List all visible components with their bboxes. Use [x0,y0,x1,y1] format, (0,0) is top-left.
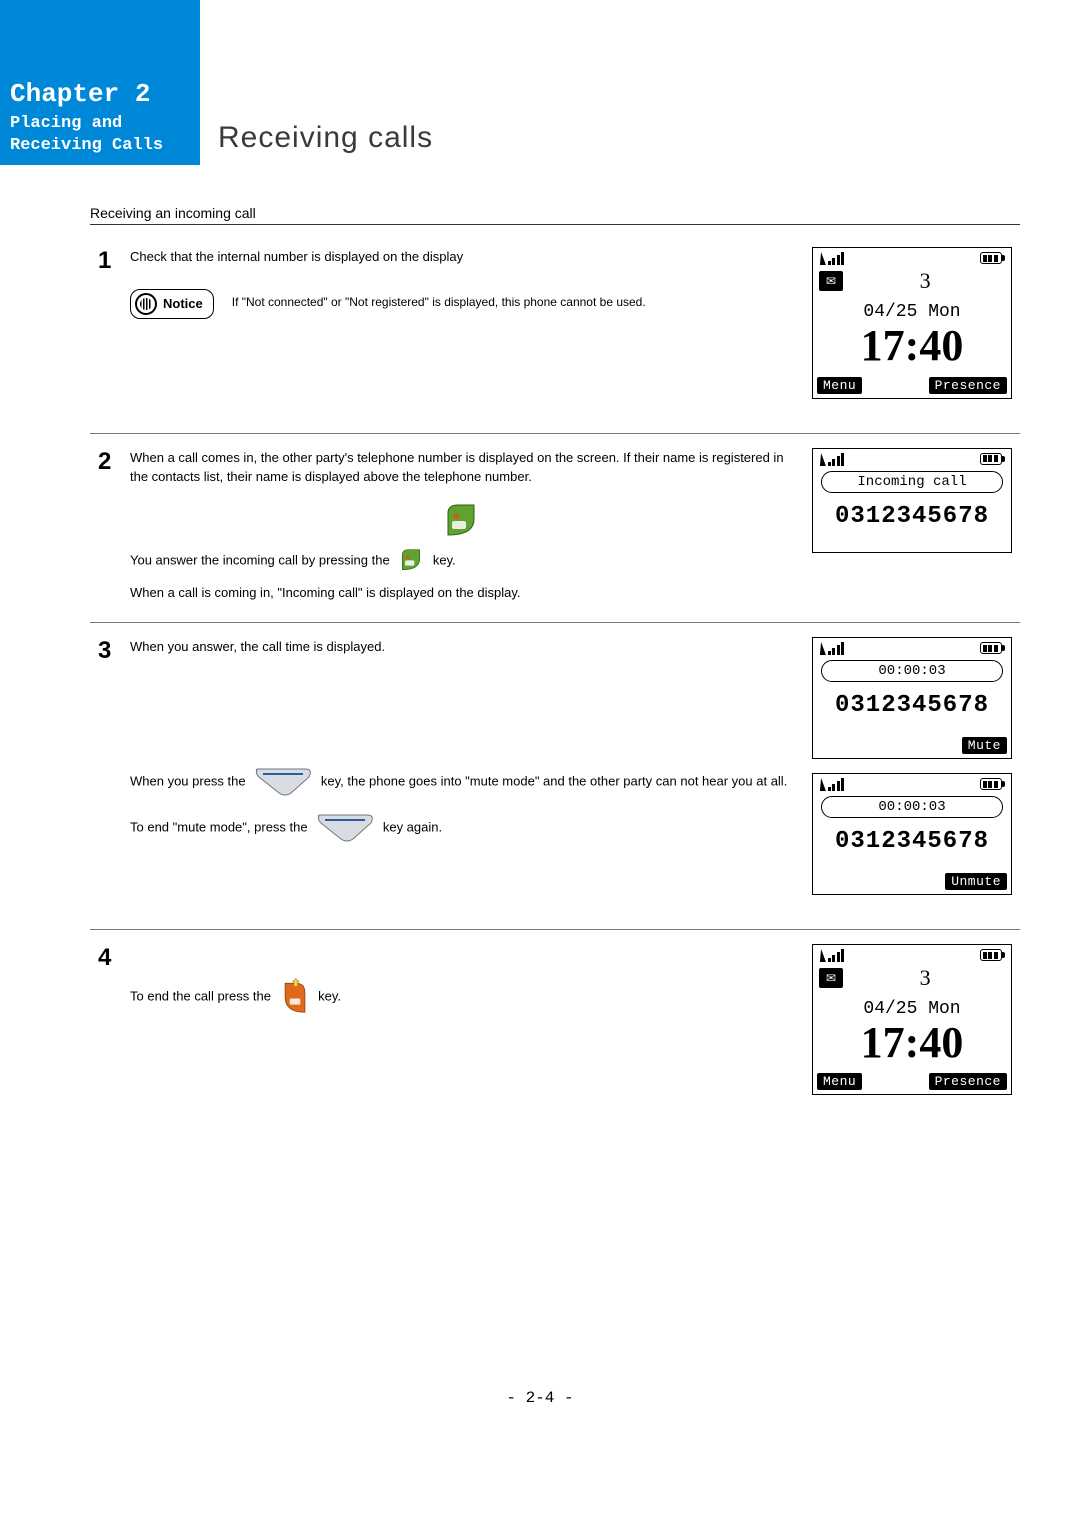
mute-key-icon [315,813,375,843]
signal-icon [819,251,844,265]
voicemail-icon: ✉ [819,271,843,291]
battery-icon [980,777,1005,791]
page-footer: - 2-4 - [0,1389,1080,1427]
softkey-presence: Presence [929,377,1007,394]
notice-icon [135,293,157,315]
signal-icon [819,948,844,962]
signal-icon [819,641,844,655]
answer-key-icon [440,501,482,543]
notice-text: If "Not connected" or "Not registered" i… [232,289,646,311]
notice-row: Notice If "Not connected" or "Not regist… [130,289,792,319]
step-row-3: 3 When you answer, the call time is disp… [90,623,1020,930]
step-number: 2 [98,448,114,476]
caller-number: 0312345678 [813,692,1011,719]
signal-icon [819,452,844,466]
step-text: To end "mute mode", press the key again. [130,813,792,843]
voicemail-count: 3 [920,268,1005,294]
text-fragment: You answer the incoming call by pressing… [130,552,393,567]
screen-clock: 17:40 [813,322,1011,370]
battery-icon [980,948,1005,962]
text-fragment: To end "mute mode", press the [130,819,311,834]
call-timer-bubble: 00:00:03 [821,796,1003,818]
step-text: To end the call press the key. [130,978,792,1016]
softkey-mute: Mute [962,737,1007,754]
step-row-2: 2 When a call comes in, the other party'… [90,433,1020,623]
step-number: 4 [98,944,114,972]
chapter-subtitle-2: Receiving Calls [10,135,190,157]
text-fragment: When you press the [130,773,249,788]
step-text: When you press the key, the phone goes i… [130,767,792,797]
incoming-call-bubble: Incoming call [821,471,1003,493]
call-timer-bubble: 00:00:03 [821,660,1003,682]
screen-date: 04/25 Mon [813,302,1011,322]
step-row-1: 1 Check that the internal number is disp… [90,233,1020,433]
voicemail-icon: ✉ [819,968,843,988]
section-subheading: Receiving an incoming call [90,205,1020,225]
phone-screen-idle: ✉ 3 04/25 Mon 17:40 Menu Presence [812,247,1012,398]
text-fragment: key, the phone goes into "mute mode" and… [321,773,787,788]
chapter-subtitle-1: Placing and [10,113,190,135]
softkey-menu: Menu [817,1073,862,1090]
caller-number: 0312345678 [813,828,1011,855]
screen-date: 04/25 Mon [813,999,1011,1019]
answer-key-icon [397,547,425,575]
phone-screen-incoming: Incoming call 0312345678 [812,448,1012,553]
mute-key-icon [253,767,313,797]
chapter-title: Chapter 2 [10,79,190,109]
page-title: Receiving calls [218,121,433,155]
notice-badge: Notice [130,289,214,319]
step-number: 1 [98,247,114,275]
battery-icon [980,452,1005,466]
step-text: When a call comes in, the other party's … [130,448,792,487]
text-fragment: key. [433,552,456,567]
screen-clock: 17:40 [813,1019,1011,1067]
caller-number: 0312345678 [813,503,1011,530]
phone-screen-idle: ✉ 3 04/25 Mon 17:40 Menu Presence [812,944,1012,1095]
step-text: When you answer, the call time is displa… [130,637,792,657]
step-row-4: 4 To end the call press the key. [90,930,1020,1130]
notice-label: Notice [163,296,203,311]
battery-icon [980,251,1005,265]
text-fragment: To end the call press the [130,989,275,1004]
top-blue-bar [0,0,200,75]
steps-table: 1 Check that the internal number is disp… [90,233,1020,1129]
voicemail-count: 3 [920,965,1005,991]
step-text: Check that the internal number is displa… [130,247,792,267]
chapter-block: Chapter 2 Placing and Receiving Calls [0,75,200,165]
softkey-unmute: Unmute [945,873,1007,890]
step-number: 3 [98,637,114,665]
phone-screen-in-call-unmute: 00:00:03 0312345678 Unmute [812,773,1012,895]
text-fragment: key again. [383,819,442,834]
signal-icon [819,777,844,791]
header-row: Chapter 2 Placing and Receiving Calls Re… [0,75,1080,165]
softkey-menu: Menu [817,377,862,394]
battery-icon [980,641,1005,655]
step-text: You answer the incoming call by pressing… [130,547,792,575]
phone-screen-in-call-mute: 00:00:03 0312345678 Mute [812,637,1012,759]
text-fragment: key. [318,989,341,1004]
step-text: When a call is coming in, "Incoming call… [130,583,792,603]
end-key-icon [279,978,311,1016]
softkey-presence: Presence [929,1073,1007,1090]
